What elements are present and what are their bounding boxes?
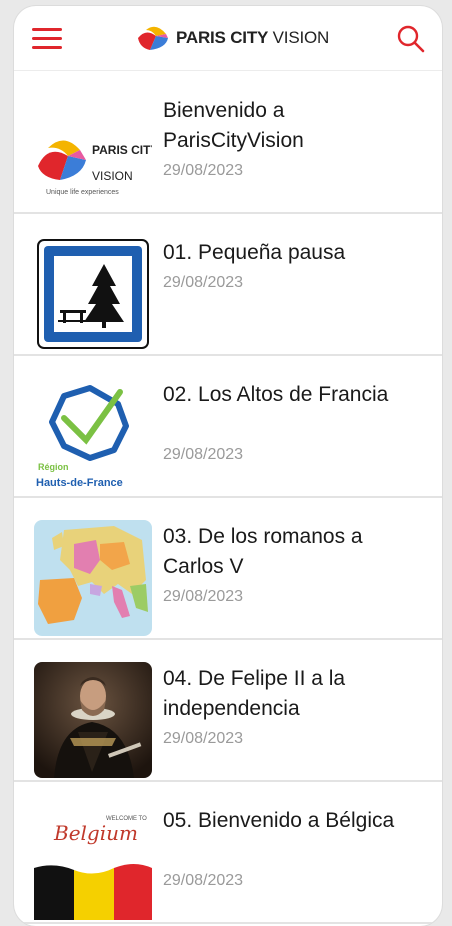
episode-title: 03. De los romanos a Carlos V (163, 525, 363, 578)
episode-date: 29/08/2023 (163, 446, 244, 463)
episode-thumbnail-belgium-flag: WELCOME TO Belgium (34, 804, 152, 920)
brand-name: PARIS CITY VISION (176, 28, 329, 48)
brand-logo-icon (138, 26, 168, 50)
menu-line (32, 46, 62, 49)
episode-thumbnail-historical-map (34, 520, 152, 636)
episode-date: 29/08/2023 (163, 588, 244, 605)
episode-item[interactable]: 04. De Felipe II a la independencia 29/0… (14, 640, 442, 782)
app-header: PARIS CITY VISION (14, 6, 442, 71)
episode-title: 04. De Felipe II a la independencia (163, 667, 346, 720)
episode-title: 02. Los Altos de Francia (163, 383, 389, 406)
menu-line (32, 28, 62, 31)
episode-title: Bienvenido a ParisCityVision (163, 99, 304, 152)
brand-logo[interactable]: PARIS CITY VISION (136, 18, 329, 58)
thumb-logo-text: PARIS CITY (92, 143, 152, 157)
thumb-tagline: Unique life experiences (46, 189, 119, 196)
thumb-label-script: Belgium (53, 821, 138, 845)
episode-date: 29/08/2023 (163, 872, 244, 889)
episode-item[interactable]: 01. Pequeña pausa 29/08/2023 (14, 214, 442, 356)
app-screen: PARIS CITY VISION PARIS CITY VISION Uniq… (14, 6, 442, 926)
episode-item[interactable]: Région Hauts-de-France 02. Los Altos de … (14, 356, 442, 498)
search-icon-graphic (397, 25, 425, 53)
episode-date: 29/08/2023 (163, 730, 244, 747)
hamburger-menu-icon[interactable] (32, 28, 62, 52)
episode-item[interactable]: WELCOME TO Belgium 05. Bienvenido a Bélg… (14, 782, 442, 924)
episode-thumbnail-portrait-painting (34, 662, 152, 778)
episode-date: 29/08/2023 (163, 274, 244, 291)
thumb-logo-subtext: VISION (92, 169, 133, 183)
episode-title: 01. Pequeña pausa (163, 241, 346, 264)
thumb-label-top: Région (38, 462, 69, 472)
episode-date: 29/08/2023 (163, 162, 244, 179)
episode-list: PARIS CITY VISION Unique life experience… (14, 72, 442, 924)
episode-title: 05. Bienvenido a Bélgica (163, 809, 395, 832)
episode-item[interactable]: PARIS CITY VISION Unique life experience… (14, 72, 442, 214)
episode-thumbnail-paris-city-vision-logo: PARIS CITY VISION Unique life experience… (34, 94, 152, 210)
episode-thumbnail-rest-area-sign (34, 236, 152, 352)
menu-line (32, 37, 62, 40)
thumb-label-bottom: Hauts-de-France (36, 477, 123, 489)
brand-name-light: VISION (272, 28, 330, 47)
episode-thumbnail-hauts-de-france-logo: Région Hauts-de-France (34, 378, 152, 494)
brand-name-bold: PARIS CITY (176, 28, 269, 47)
search-icon[interactable] (396, 24, 426, 54)
episode-item[interactable]: 03. De los romanos a Carlos V 29/08/2023 (14, 498, 442, 640)
